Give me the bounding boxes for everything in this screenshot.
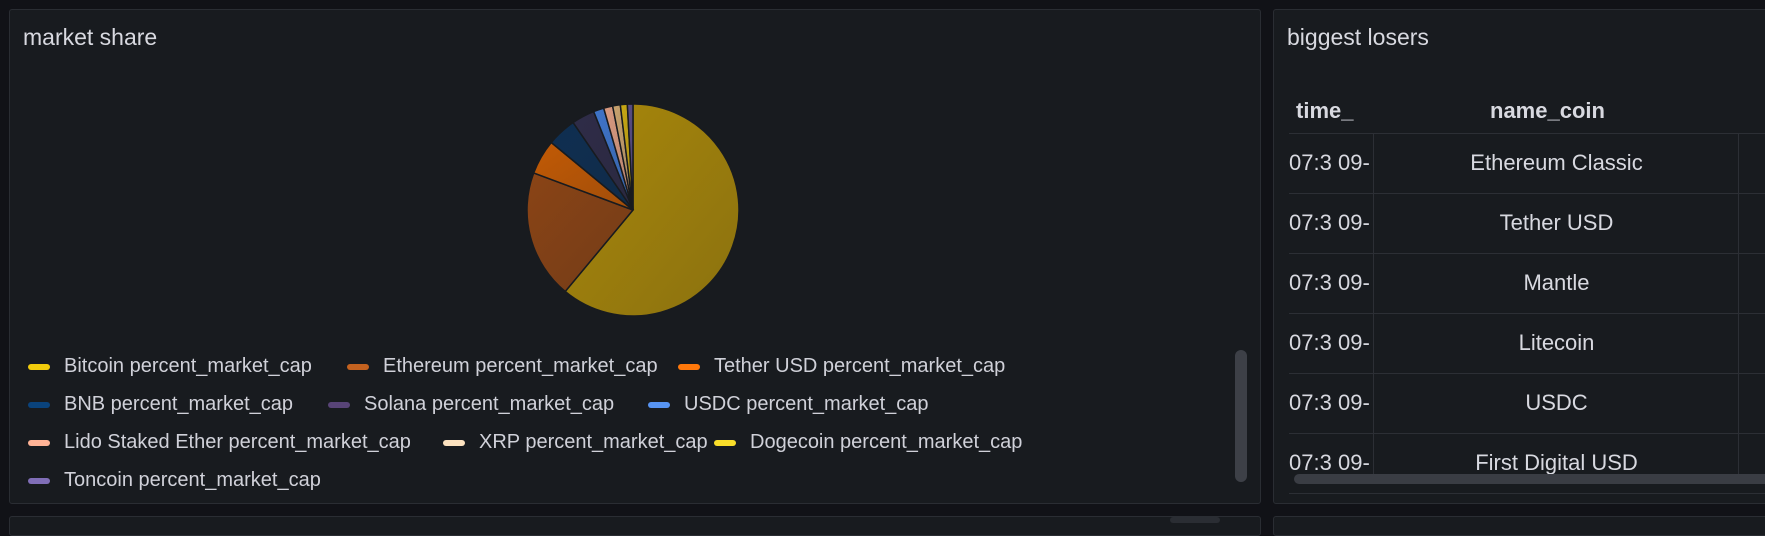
column-header-name-coin[interactable]: name_coin — [1490, 98, 1605, 124]
biggest-losers-panel: biggest losers time_ name_coin -09 07:3 E… — [1273, 9, 1765, 504]
legend-swatch — [28, 477, 50, 484]
name-coin-cell: Ethereum Classic — [1470, 150, 1643, 175]
legend-label: Bitcoin percent_market_cap — [64, 355, 312, 377]
legend-swatch — [28, 401, 50, 408]
horizontal-scrollbar[interactable] — [1294, 474, 1765, 484]
table-row[interactable]: -09 07:3 Mantle — [1289, 254, 1765, 314]
name-coin-cell: Tether USD — [1499, 210, 1614, 235]
legend-label: Dogecoin percent_market_cap — [750, 431, 1023, 453]
legend-item[interactable]: USDC percent_market_cap — [648, 393, 929, 416]
legend-swatch — [678, 363, 700, 370]
time-cell: -09 07:3 — [1289, 390, 1370, 415]
legend-label: USDC percent_market_cap — [684, 393, 929, 415]
table-row[interactable]: -09 07:3 Litecoin — [1289, 314, 1765, 374]
legend-label: Ethereum percent_market_cap — [383, 355, 658, 377]
chart-legend: Bitcoin percent_market_cap Ethereum perce… — [28, 355, 1228, 493]
legend-swatch — [28, 363, 50, 370]
legend-swatch — [328, 401, 350, 408]
legend-item[interactable]: Dogecoin percent_market_cap — [714, 431, 1022, 454]
next-panel-left — [9, 516, 1261, 536]
table-row[interactable]: -09 07:3 Tether USD — [1289, 194, 1765, 254]
name-coin-cell: First Digital USD — [1475, 450, 1638, 475]
legend-label: BNB percent_market_cap — [64, 393, 294, 415]
table-row[interactable]: -09 07:3 First Digital USD — [1289, 434, 1765, 494]
legend-swatch — [347, 363, 369, 370]
name-coin-cell: Mantle — [1523, 270, 1590, 295]
legend-label: XRP percent_market_cap — [479, 431, 708, 453]
legend-item[interactable]: Solana percent_market_cap — [328, 393, 614, 416]
column-divider — [1373, 134, 1374, 474]
legend-item[interactable]: Bitcoin percent_market_cap — [28, 355, 312, 378]
panel-resize-handle[interactable] — [1170, 517, 1220, 523]
time-cell: -09 07:3 — [1289, 150, 1370, 175]
legend-item[interactable]: Ethereum percent_market_cap — [347, 355, 658, 378]
legend-swatch — [714, 439, 736, 446]
column-divider — [1738, 134, 1739, 474]
legend-scrollbar[interactable] — [1235, 350, 1247, 482]
legend-swatch — [443, 439, 465, 446]
time-cell: -09 07:3 — [1289, 210, 1370, 235]
name-coin-cell: Litecoin — [1518, 330, 1595, 355]
table-row[interactable]: -09 07:3 Ethereum Classic — [1289, 134, 1765, 194]
legend-swatch — [648, 401, 670, 408]
legend-label: Solana percent_market_cap — [364, 393, 615, 415]
legend-item[interactable]: BNB percent_market_cap — [28, 393, 293, 416]
time-cell: -09 07:3 — [1289, 450, 1370, 475]
legend-label: Tether USD percent_market_cap — [714, 355, 1006, 377]
next-panel-right — [1273, 516, 1765, 536]
legend-label: Lido Staked Ether percent_market_cap — [64, 431, 411, 453]
legend-item[interactable]: XRP percent_market_cap — [443, 431, 708, 454]
time-cell: -09 07:3 — [1289, 330, 1370, 355]
legend-item[interactable]: Tether USD percent_market_cap — [678, 355, 1005, 378]
panel-title[interactable]: biggest losers — [1287, 24, 1429, 51]
market-share-pie-chart — [526, 103, 740, 317]
column-header-time[interactable]: time_ — [1296, 98, 1353, 124]
legend-item[interactable]: Lido Staked Ether percent_market_cap — [28, 431, 411, 454]
market-share-panel: market share Bitcoin percent_market_cap E… — [9, 9, 1261, 504]
legend-swatch — [28, 439, 50, 446]
name-coin-cell: USDC — [1525, 390, 1588, 415]
legend-item[interactable]: Toncoin percent_market_cap — [28, 469, 321, 492]
time-cell: -09 07:3 — [1289, 270, 1370, 295]
table-row[interactable]: -09 07:3 USDC — [1289, 374, 1765, 434]
legend-label: Toncoin percent_market_cap — [64, 469, 321, 491]
